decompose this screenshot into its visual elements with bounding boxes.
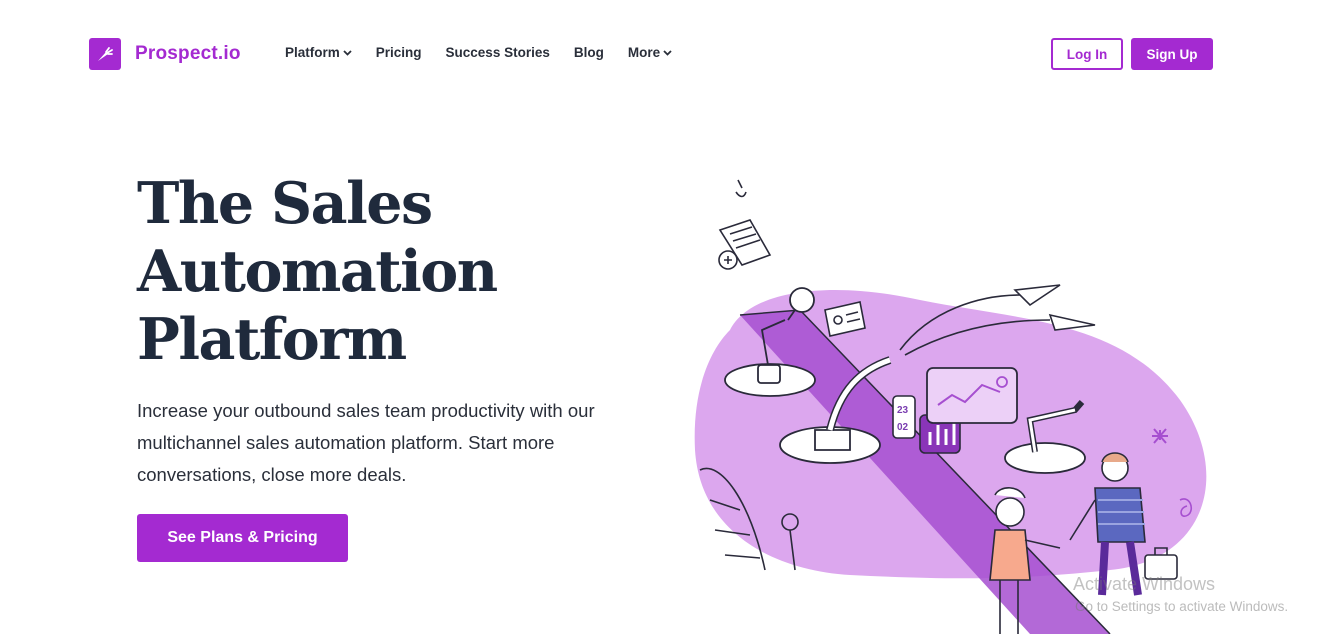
main-nav: Platform Pricing Success Stories Blog Mo…: [285, 45, 672, 60]
chevron-down-icon: [343, 50, 352, 56]
site-header: Prospect.io Platform Pricing Success Sto…: [0, 0, 1325, 108]
hero-title-line: Automation: [137, 238, 498, 305]
activate-windows-subtitle: Go to Settings to activate Windows.: [1075, 599, 1289, 614]
hero-title-line: The Sales: [137, 170, 433, 237]
hero-subtitle: Increase your outbound sales team produc…: [137, 400, 595, 485]
activate-windows-title: Activate Windows: [1073, 574, 1216, 594]
hero-illustration: 23 02: [690, 170, 1225, 634]
nav-item-label: Blog: [573, 45, 604, 60]
see-plans-pricing-button[interactable]: See Plans & Pricing: [137, 514, 348, 562]
hero-title-line: Platform: [137, 306, 407, 373]
nav-item-more[interactable]: More: [628, 45, 672, 60]
document-icon: [718, 219, 772, 270]
brand-name: Prospect.io: [135, 43, 241, 64]
calendar-day: 23: [897, 405, 909, 416]
signup-button[interactable]: Sign Up: [1131, 38, 1213, 70]
chevron-down-icon: [663, 50, 672, 56]
hero-title: The Sales Automation Platform: [137, 170, 657, 374]
monitor-icon: [926, 367, 1018, 424]
nav-item-label: Platform: [285, 45, 340, 60]
nav-item-label: Pricing: [375, 45, 422, 60]
nav-item-label: More: [627, 45, 661, 60]
nav-item-blog[interactable]: Blog: [574, 45, 604, 60]
nav-item-success-stories[interactable]: Success Stories: [446, 45, 550, 60]
carrot-icon: [89, 38, 121, 70]
nav-item-pricing[interactable]: Pricing: [376, 45, 422, 60]
nav-item-label: Success Stories: [445, 45, 550, 60]
nav-item-platform[interactable]: Platform: [285, 45, 352, 60]
logo[interactable]: Prospect.io: [89, 38, 241, 70]
calendar-month: 02: [897, 422, 909, 433]
login-button[interactable]: Log In: [1051, 38, 1123, 70]
